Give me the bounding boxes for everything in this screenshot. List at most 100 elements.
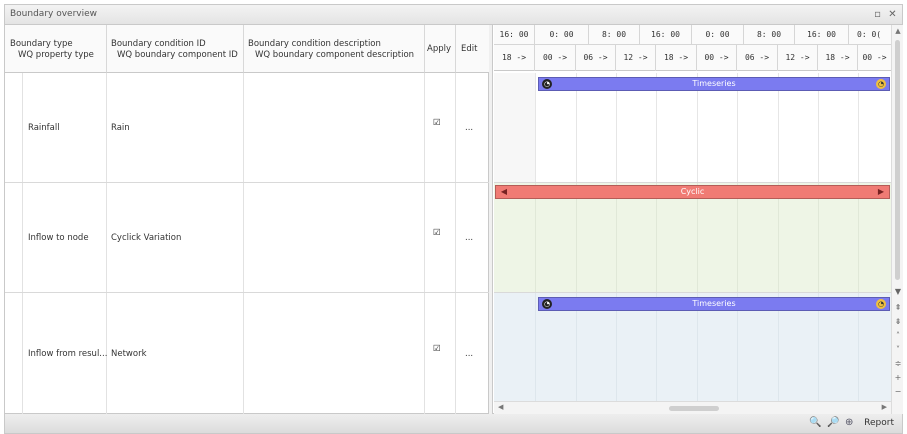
timeline-header-intervals: 18 -> 00 -> 06 -> 12 -> 18 -> 00 -> 06 -… bbox=[494, 45, 891, 71]
cell-boundary-type[interactable]: Rainfall bbox=[23, 73, 107, 182]
report-button[interactable]: Report bbox=[864, 418, 894, 428]
edit-button[interactable]: ... bbox=[465, 123, 473, 133]
grid-line bbox=[656, 183, 657, 292]
end-clock-icon: ◔ bbox=[876, 79, 886, 89]
header-line: WQ property type bbox=[18, 50, 94, 60]
col-header-boundary-type[interactable]: Boundary type WQ property type bbox=[5, 25, 107, 73]
header-line: Boundary condition description bbox=[248, 39, 381, 49]
cell-description[interactable] bbox=[244, 293, 425, 414]
cell-text: Cyclick Variation bbox=[111, 232, 182, 243]
grid-line bbox=[697, 183, 698, 292]
timeline-lane[interactable]: ◔ Timeseries ◔ bbox=[494, 293, 891, 401]
timeline-tick: 16: 00 bbox=[494, 25, 535, 45]
scroll-right-icon[interactable]: ▶ bbox=[882, 403, 887, 411]
panel-splitter[interactable] bbox=[489, 25, 493, 414]
timeline-header-hours: 16: 00 0: 00 8: 00 16: 00 0: 00 8: 00 16… bbox=[494, 25, 891, 45]
timeseries-bar[interactable]: ◔ Timeseries ◔ bbox=[538, 297, 890, 311]
zoom-in-icon[interactable]: 🔍 bbox=[809, 417, 821, 428]
cell-boundary-type[interactable]: Inflow to node bbox=[23, 183, 107, 292]
horizontal-scrollbar[interactable]: ◀ ▶ bbox=[494, 401, 891, 414]
apply-checkbox[interactable]: ☑ bbox=[433, 118, 443, 128]
col-header-condition-id[interactable]: Boundary condition ID WQ boundary compon… bbox=[107, 25, 244, 73]
cell-text: Inflow to node bbox=[28, 232, 89, 243]
grid-line bbox=[535, 183, 536, 292]
bar-label: Cyclic bbox=[680, 187, 705, 196]
col-header-description[interactable]: Boundary condition description WQ bounda… bbox=[244, 25, 425, 73]
cell-description[interactable] bbox=[244, 73, 425, 182]
scroll-down-icon[interactable]: ▼ bbox=[892, 287, 904, 296]
grid-line bbox=[737, 183, 738, 292]
zoom-in-icon[interactable]: + bbox=[892, 373, 904, 382]
col-header-edit[interactable]: Edit bbox=[456, 25, 489, 73]
timeline-tick: 18 -> bbox=[818, 45, 858, 71]
timeline-tick: 18 -> bbox=[656, 45, 697, 71]
lane-inactive-region bbox=[494, 73, 535, 182]
timeline-tick: 16: 00 bbox=[640, 25, 692, 45]
cell-condition-id[interactable]: Network bbox=[107, 293, 244, 414]
cell-edit: ... bbox=[456, 73, 489, 182]
table-row[interactable]: Inflow to node Cyclick Variation ☑ ... bbox=[5, 183, 489, 293]
timeline-tick: 00 -> bbox=[535, 45, 576, 71]
scroll-left-icon[interactable]: ◀ bbox=[498, 403, 503, 411]
grid-line bbox=[858, 183, 859, 292]
cell-apply: ☑ bbox=[425, 293, 456, 414]
panel-titlebar: Boundary overview ▫ ✕ bbox=[4, 4, 903, 24]
globe-icon[interactable]: ⊕ bbox=[845, 417, 853, 428]
zoom-out-icon[interactable]: − bbox=[892, 387, 904, 396]
edit-button[interactable]: ... bbox=[465, 233, 473, 243]
zoom-fit-icon[interactable]: ≑ bbox=[892, 359, 904, 368]
cell-edit: ... bbox=[456, 183, 489, 292]
panel-title: Boundary overview bbox=[10, 9, 97, 19]
collapse-up-icon[interactable]: ˄ bbox=[892, 331, 904, 340]
timeline-tick: 06 -> bbox=[737, 45, 778, 71]
cell-condition-id[interactable]: Rain bbox=[107, 73, 244, 182]
header-line: Boundary type bbox=[10, 39, 73, 49]
grid-line bbox=[616, 183, 617, 292]
start-clock-icon: ◔ bbox=[542, 299, 552, 309]
row-selector[interactable] bbox=[5, 183, 23, 292]
cell-condition-id[interactable]: Cyclick Variation bbox=[107, 183, 244, 292]
apply-checkbox[interactable]: ☑ bbox=[433, 228, 443, 238]
timeline-tick: 00 -> bbox=[697, 45, 737, 71]
scroll-thumb[interactable] bbox=[895, 40, 900, 280]
row-selector[interactable] bbox=[5, 293, 23, 414]
boundary-overview-panel: Boundary type WQ property type Boundary … bbox=[4, 24, 903, 414]
timeline-tick: 0: 00 bbox=[535, 25, 589, 45]
table-row[interactable]: Rainfall Rain ☑ ... bbox=[5, 73, 489, 183]
scroll-up-icon[interactable]: ▲ bbox=[892, 27, 904, 35]
zoom-out-icon[interactable]: 🔎 bbox=[827, 417, 839, 428]
edit-button[interactable]: ... bbox=[465, 349, 473, 359]
header-label: Edit bbox=[461, 44, 478, 54]
expand-all-icon[interactable]: ⇞ bbox=[892, 303, 904, 312]
collapse-down-icon[interactable]: ˅ bbox=[892, 345, 904, 354]
cell-edit: ... bbox=[456, 293, 489, 414]
cell-apply: ☑ bbox=[425, 183, 456, 292]
row-selector[interactable] bbox=[5, 73, 23, 182]
cyclic-bar[interactable]: ◀ Cyclic ▶ bbox=[495, 185, 890, 199]
header-line: Boundary condition ID bbox=[111, 39, 206, 49]
boundary-grid: Boundary type WQ property type Boundary … bbox=[5, 25, 489, 414]
restore-icon[interactable]: ▫ bbox=[871, 8, 884, 21]
scroll-thumb[interactable] bbox=[669, 406, 719, 411]
timeseries-bar[interactable]: ◔ Timeseries ◔ bbox=[538, 77, 890, 91]
expand-icon[interactable]: ⇟ bbox=[892, 317, 904, 326]
cell-boundary-type[interactable]: Inflow from resul... bbox=[23, 293, 107, 414]
cell-apply: ☑ bbox=[425, 73, 456, 182]
cell-text: Inflow from resul... bbox=[28, 348, 108, 359]
timeline-lane[interactable]: ◀ Cyclic ▶ bbox=[494, 183, 891, 293]
table-row[interactable]: Inflow from resul... Network ☑ ... bbox=[5, 293, 489, 414]
cell-description[interactable] bbox=[244, 183, 425, 292]
timeline-view[interactable]: 16: 00 0: 00 8: 00 16: 00 0: 00 8: 00 16… bbox=[494, 25, 891, 414]
timeline-tick: 06 -> bbox=[576, 45, 616, 71]
timeline-tick: 00 -> bbox=[862, 53, 887, 62]
close-icon[interactable]: ✕ bbox=[886, 8, 899, 21]
col-header-apply[interactable]: Apply bbox=[425, 25, 456, 73]
timeline-tick: 16: 00 bbox=[795, 25, 849, 45]
apply-checkbox[interactable]: ☑ bbox=[433, 344, 443, 354]
left-arrow-icon: ◀ bbox=[500, 187, 508, 196]
timeline-lane[interactable]: ◔ Timeseries ◔ bbox=[494, 73, 891, 183]
bar-label: Timeseries bbox=[692, 299, 736, 308]
timeline-tick: 0: 00 bbox=[692, 25, 744, 45]
vertical-scrollbar[interactable]: ▲ ▼ ⇞ ⇟ ˄ ˅ ≑ + − bbox=[891, 25, 903, 414]
timeline-tick: 0: 0( bbox=[857, 30, 882, 39]
